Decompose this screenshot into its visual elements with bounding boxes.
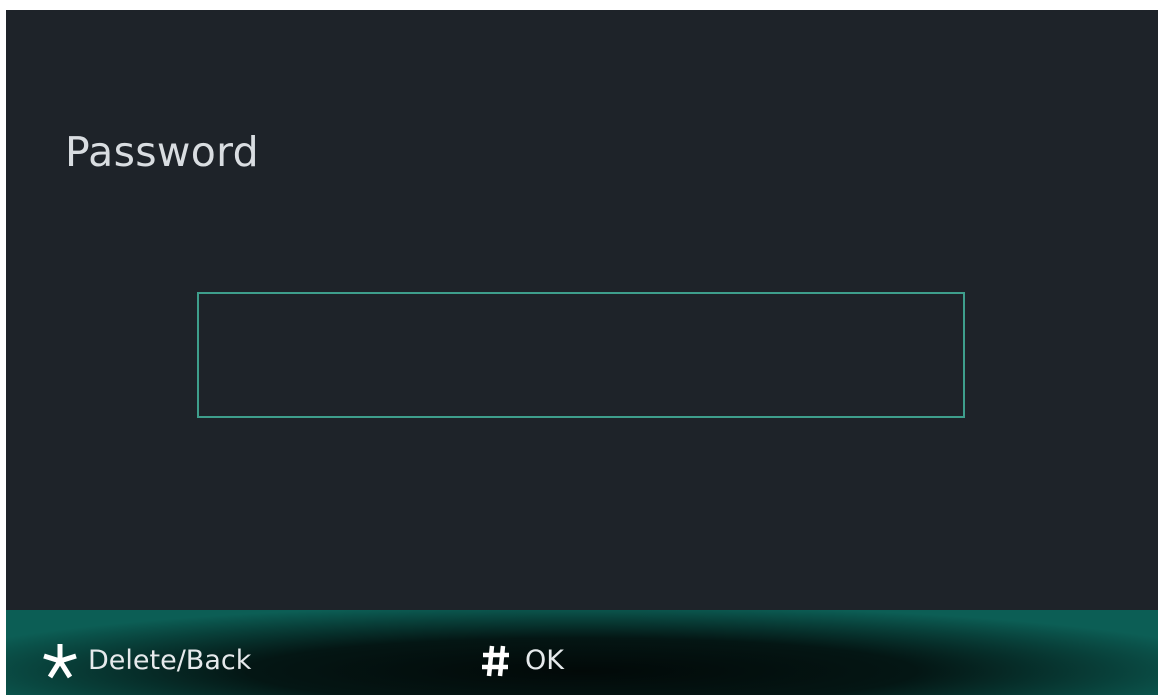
ok-hint[interactable]: OK [481, 618, 564, 695]
footer-bar: Delete/Back OK [6, 610, 1158, 695]
delete-back-hint[interactable]: Delete/Back [40, 618, 251, 695]
password-input[interactable] [199, 294, 963, 416]
delete-back-label: Delete/Back [88, 644, 252, 676]
page-title: Password [65, 128, 259, 176]
ok-label: OK [525, 644, 564, 676]
hash-icon [481, 644, 511, 678]
password-field-frame[interactable] [197, 292, 965, 418]
asterisk-icon [40, 641, 80, 681]
password-screen: Password Delete/Back OK [6, 10, 1158, 695]
